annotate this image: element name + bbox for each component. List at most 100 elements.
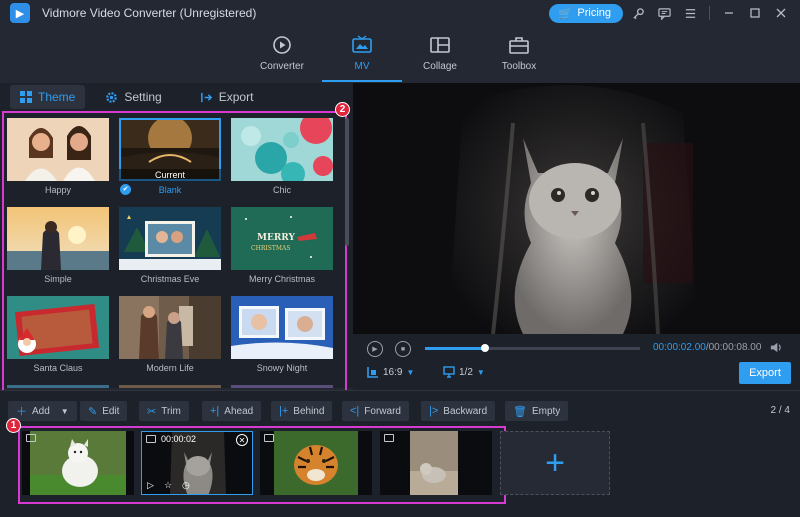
close-icon[interactable]: ✕ <box>236 434 248 446</box>
seek-bar[interactable] <box>425 344 640 352</box>
theme-christmas-eve[interactable]: Christmas Eve <box>119 207 221 284</box>
behind-button[interactable]: |+ Behind <box>271 401 333 421</box>
app-window: ▶ Vidmore Video Converter (Unregistered)… <box>0 0 800 517</box>
title-separator <box>709 6 710 20</box>
theme-thumbnail: MERRY CHRISTMAS <box>231 207 333 270</box>
edit-label: Edit <box>102 405 120 417</box>
tab-collage-label: Collage <box>423 61 457 72</box>
menu-icon[interactable] <box>679 3 701 23</box>
aspect-ratio-value: 16:9 <box>383 366 403 378</box>
subtab-theme-label: Theme <box>38 90 76 104</box>
tab-converter-label: Converter <box>260 61 304 72</box>
stop-icon[interactable]: ■ <box>395 341 411 357</box>
theme-label: Chic <box>272 185 291 195</box>
theme-label: Christmas Eve <box>140 274 200 284</box>
backward-label: Backward <box>443 405 488 417</box>
chevron-down-icon: ▼ <box>476 367 485 377</box>
theme-label: Santa Claus <box>33 363 83 373</box>
theme-label: ✔ Blank <box>119 184 221 195</box>
theme-row-partial <box>119 385 221 388</box>
ahead-button[interactable]: +| Ahead <box>202 401 262 421</box>
theme-label: Snowy Night <box>256 363 308 373</box>
clip-thumbnail <box>260 431 372 495</box>
plus-icon: + <box>545 443 565 482</box>
empty-button[interactable]: 🗑 Empty <box>505 401 569 421</box>
theme-scrollbar[interactable] <box>345 118 349 246</box>
feedback-icon[interactable] <box>653 3 675 23</box>
pricing-label: Pricing <box>577 7 611 19</box>
key-icon[interactable] <box>627 3 649 23</box>
clip-thumbnail <box>380 431 492 495</box>
backward-button[interactable]: |> Backward <box>421 401 496 421</box>
subtab-setting[interactable]: Setting <box>95 85 171 109</box>
theme-panel: Theme Setting Export 2 Happy Current ✔ B… <box>0 83 353 459</box>
subtab-export[interactable]: Export <box>190 85 264 109</box>
maximize-icon[interactable] <box>744 3 766 23</box>
theme-santa-claus[interactable]: Santa Claus <box>7 296 109 373</box>
add-button[interactable]: ＋ Add ▼ <box>8 401 77 421</box>
seek-handle[interactable] <box>481 344 490 352</box>
trim-button[interactable]: ✂ Trim <box>139 401 189 421</box>
edit-button[interactable]: ✎ Edit <box>80 401 128 421</box>
effects-icon[interactable]: ☆ <box>164 480 172 491</box>
gear-icon <box>106 91 118 103</box>
preview-frame <box>353 83 800 334</box>
scissors-icon: ✂ <box>147 405 157 418</box>
clip-item-cat[interactable]: 00:00:02 ✕ ▷ ☆ ◷ <box>141 431 253 495</box>
theme-merry-christmas[interactable]: MERRY CHRISTMAS Merry Christmas <box>231 207 333 284</box>
clip-timeline: 1 00:00:02 ✕ ▷ ☆ ◷ + <box>0 418 800 517</box>
theme-snowy-night[interactable]: Snowy Night <box>231 296 333 373</box>
play-icon[interactable]: ▶ <box>367 341 383 357</box>
clip-item-dog[interactable] <box>22 431 134 495</box>
theme-thumbnail <box>7 296 109 359</box>
chevron-down-icon: ▼ <box>60 406 69 416</box>
main-nav: Converter MV Collage Toolbox <box>0 26 800 82</box>
theme-happy[interactable]: Happy <box>7 118 109 195</box>
subtab-theme[interactable]: Theme <box>10 85 86 109</box>
current-overlay: Current <box>119 169 221 181</box>
export-icon <box>200 92 212 102</box>
theme-simple[interactable]: Simple <box>7 207 109 284</box>
time-display: 00:00:02.00/00:00:08.00 <box>653 342 761 353</box>
theme-thumbnail <box>119 296 221 359</box>
svg-text:CHRISTMAS: CHRISTMAS <box>251 245 290 252</box>
app-logo-icon: ▶ <box>10 3 30 23</box>
clip-item-cat-outdoor[interactable] <box>380 431 492 495</box>
image-icon <box>264 434 274 442</box>
theme-thumbnail <box>119 207 221 270</box>
ahead-label: Ahead <box>224 405 254 417</box>
seek-progress <box>425 347 486 350</box>
theme-thumbnail <box>231 118 333 181</box>
aspect-ratio-dropdown[interactable]: 16:9 ▼ <box>367 366 414 378</box>
add-clip-button[interactable]: + <box>500 431 610 495</box>
collage-icon <box>430 37 450 53</box>
minimize-icon[interactable] <box>718 3 740 23</box>
theme-thumbnail <box>7 118 109 181</box>
clip-item-tiger[interactable] <box>260 431 372 495</box>
theme-blank[interactable]: Current ✔ Blank <box>119 118 221 195</box>
backward-icon: |> <box>429 405 439 417</box>
empty-label: Empty <box>531 405 561 417</box>
tab-toolbox[interactable]: Toolbox <box>479 26 559 82</box>
tab-mv[interactable]: MV <box>322 26 402 82</box>
annotation-badge-themes: 2 <box>335 102 350 117</box>
theme-chic[interactable]: Chic <box>231 118 333 195</box>
tab-collage[interactable]: Collage <box>400 26 480 82</box>
theme-thumbnail <box>231 296 333 359</box>
export-button[interactable]: Export <box>739 362 791 384</box>
clock-icon[interactable]: ◷ <box>182 480 190 491</box>
converter-icon <box>273 36 291 54</box>
volume-icon[interactable] <box>769 341 782 357</box>
wand-icon: ✎ <box>88 405 98 418</box>
clip-pager: 2 / 4 <box>770 405 790 416</box>
tab-converter[interactable]: Converter <box>242 26 322 82</box>
pricing-button[interactable]: 🛒 Pricing <box>548 3 623 23</box>
play-icon[interactable]: ▷ <box>147 480 154 491</box>
clip-thumbnail <box>22 431 134 495</box>
zoom-dropdown[interactable]: 1/2 ▼ <box>443 366 485 378</box>
close-icon[interactable] <box>770 3 792 23</box>
forward-button[interactable]: <| Forward <box>342 401 409 421</box>
plus-icon: ＋ <box>16 406 27 418</box>
behind-icon: |+ <box>279 405 289 417</box>
theme-modern-life[interactable]: Modern Life <box>119 296 221 373</box>
